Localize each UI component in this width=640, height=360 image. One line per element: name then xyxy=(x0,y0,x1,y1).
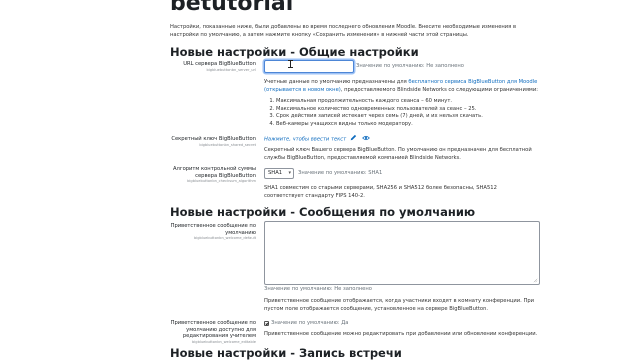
checksum-select[interactable]: SHA1 ▾ xyxy=(264,168,294,179)
limits-list: Максимальная продолжительность каждого с… xyxy=(268,98,483,128)
list-item: Максимальное количество одновременных по… xyxy=(276,106,483,114)
shared-secret-label: Секретный ключ BigBlueButton bigbluebutt… xyxy=(170,136,256,148)
welcome-editable-label-text: Приветственное сообщение по умолчанию до… xyxy=(170,320,256,339)
page-title: betutorial xyxy=(170,0,294,16)
shared-secret-placeholder[interactable]: Нажмите, чтобы ввести текст xyxy=(264,137,346,143)
welcome-textarea[interactable] xyxy=(264,221,540,285)
checksum-default: Значение по умолчанию: SHA1 xyxy=(298,170,383,176)
welcome-key: bigbluebuttonbn_welcome_default xyxy=(193,236,256,240)
text-cursor-icon xyxy=(288,60,293,68)
welcome-default: Значение по умолчанию: Не заполнено xyxy=(264,286,372,292)
intro-text: Настройки, показанные ниже, были добавле… xyxy=(170,24,516,38)
welcome-editable-label: Приветственное сообщение по умолчанию до… xyxy=(170,320,256,345)
checksum-selected: SHA1 xyxy=(268,170,283,176)
server-url-key: bigbluebuttonbn_server_url xyxy=(206,67,256,72)
server-url-description: Учетные данные по умолчанию предназначен… xyxy=(264,79,538,94)
checksum-key: bigbluebuttonbn_checksum_algorithm xyxy=(187,179,256,183)
eye-icon[interactable] xyxy=(361,135,370,144)
pencil-icon[interactable] xyxy=(350,134,357,144)
checksum-label: Алгоритм контрольной суммы сервера BigBl… xyxy=(170,166,256,184)
welcome-editable-checkbox[interactable] xyxy=(264,321,269,326)
server-url-default: Значение по умолчанию: Не заполнено xyxy=(356,63,464,69)
shared-secret-editable[interactable]: Нажмите, чтобы ввести текст xyxy=(264,134,370,144)
welcome-description: Приветственное сообщение отображается, к… xyxy=(264,298,535,312)
welcome-editable-description: Приветственное сообщение можно редактиро… xyxy=(264,331,538,337)
shared-secret-key: bigbluebuttonbn_shared_secret xyxy=(199,142,256,147)
admin-settings-page: betutorial Настройки, показанные ниже, б… xyxy=(0,0,640,360)
section-heading-general: Новые настройки - Общие настройки xyxy=(170,45,419,59)
server-url-desc-suffix: , предоставляемого Blindside Networks со… xyxy=(340,86,538,93)
checksum-description: SHA1 совместим со старыми серверами, SHA… xyxy=(264,185,497,199)
list-item: Максимальная продолжительность каждого с… xyxy=(276,98,483,106)
welcome-label: Приветственное сообщение по умолчанию bi… xyxy=(170,223,256,241)
shared-secret-description: Секретный ключ Вашего сервера BigBlueBut… xyxy=(264,147,532,161)
list-item: Срок действия записей истекает через сем… xyxy=(276,113,483,121)
welcome-label-text: Приветственное сообщение по умолчанию xyxy=(170,223,256,236)
server-url-label: URL сервера BigBlueButton bigbluebuttonb… xyxy=(170,61,256,73)
welcome-editable-default: Значение по умолчанию: Да xyxy=(271,320,349,326)
server-url-desc-prefix: Учетные данные по умолчанию предназначен… xyxy=(264,79,407,85)
resize-handle-icon[interactable] xyxy=(533,278,538,283)
section-heading-recording: Новые настройки - Запись встречи xyxy=(170,346,402,360)
list-item: Веб-камеры учащихся видны только модерат… xyxy=(276,121,483,129)
checksum-label-text: Алгоритм контрольной суммы сервера BigBl… xyxy=(172,166,256,179)
welcome-editable-key: bigbluebuttonbn_welcome_editable xyxy=(192,339,256,344)
server-url-label-text: URL сервера BigBlueButton xyxy=(183,61,256,67)
chevron-down-icon: ▾ xyxy=(288,170,291,176)
server-url-input[interactable] xyxy=(264,60,354,73)
shared-secret-label-text: Секретный ключ BigBlueButton xyxy=(171,136,256,142)
section-heading-messages: Новые настройки - Сообщения по умолчанию xyxy=(170,205,476,219)
